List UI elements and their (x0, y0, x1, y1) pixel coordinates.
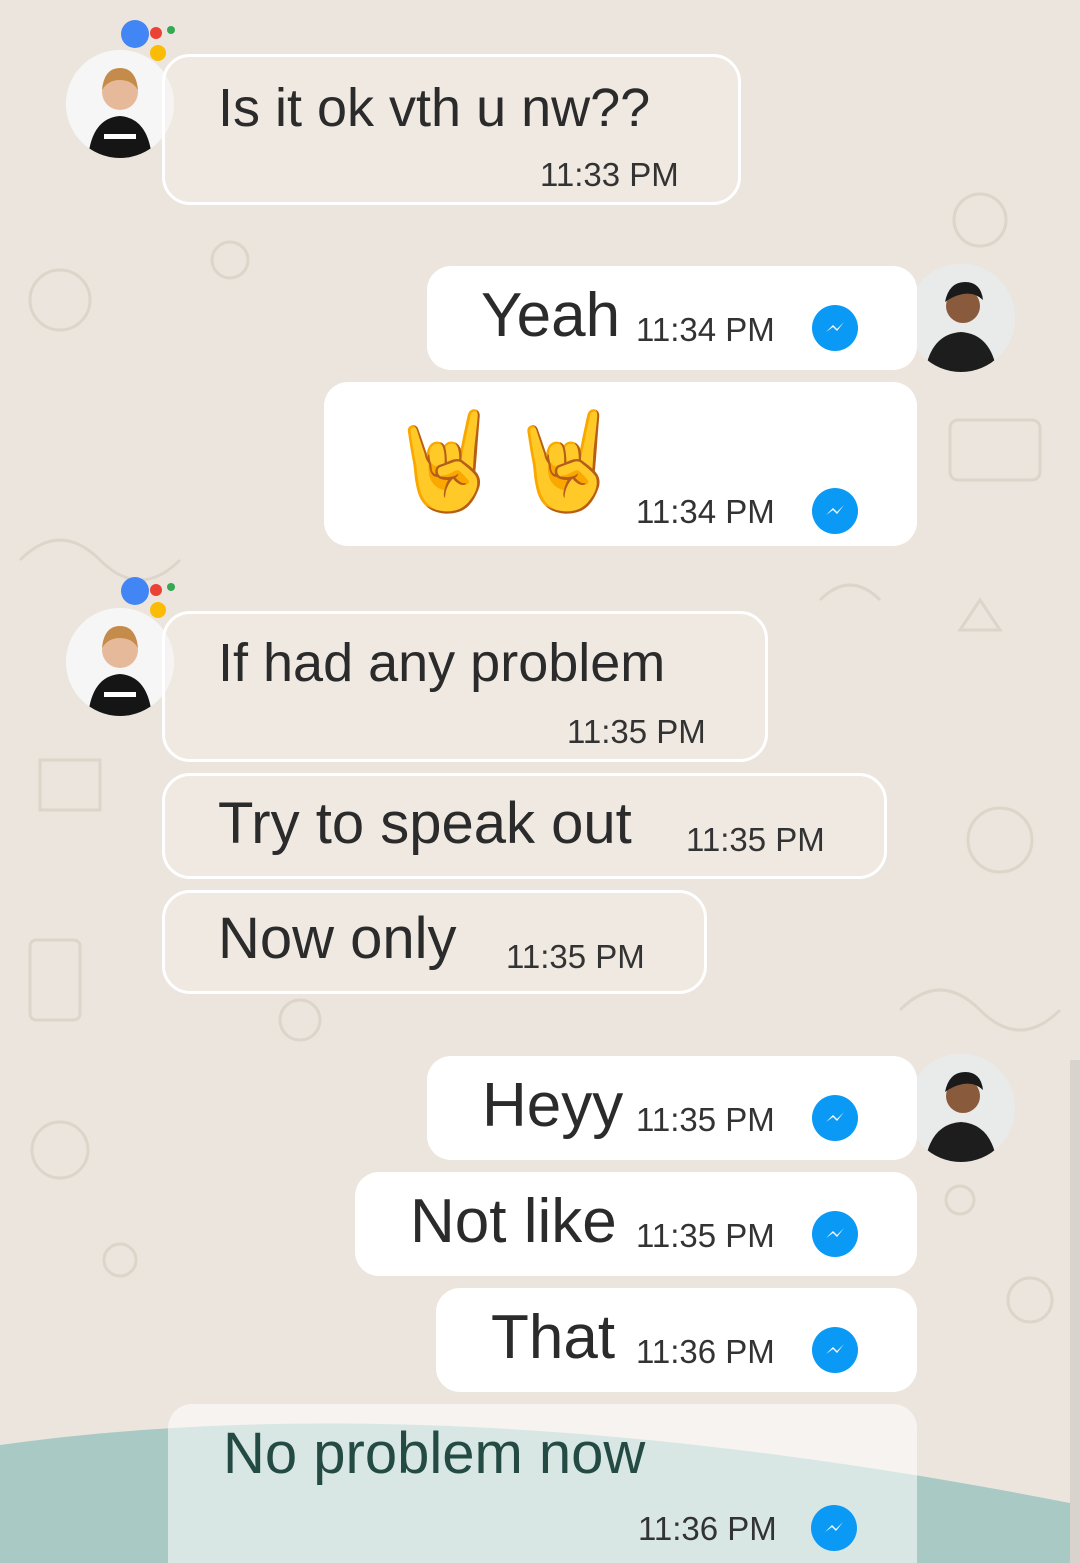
message-text: Now only (218, 906, 457, 971)
message-time: 11:35 PM (506, 938, 645, 975)
message-text: That (491, 1303, 616, 1372)
message-time: 11:34 PM (636, 311, 775, 348)
message-text: Heyy (482, 1071, 624, 1140)
contact-avatar[interactable] (66, 50, 174, 158)
message-text: Is it ok vth u nw?? (218, 78, 651, 138)
message-text: No problem now (223, 1421, 646, 1486)
man-avatar-icon (907, 264, 1015, 372)
user-avatar[interactable] (907, 264, 1015, 372)
message-time: 11:35 PM (567, 713, 706, 750)
message-bubble[interactable]: If had any problem 11:35 PM (162, 611, 768, 762)
message-bubble[interactable]: Yeah 11:34 PM (427, 266, 917, 370)
chat-thread[interactable]: Is it ok vth u nw?? 11:33 PM Yeah 11:34 … (0, 0, 1080, 1563)
message-text: Not like (410, 1187, 617, 1256)
message-time: 11:34 PM (636, 493, 775, 530)
message-bubble[interactable]: 🤘🤘 11:34 PM (324, 382, 917, 546)
message-text: Try to speak out (218, 791, 632, 856)
message-bubble[interactable]: No problem now 11:36 PM (168, 1404, 917, 1563)
message-time: 11:35 PM (686, 821, 825, 858)
emoji-message: 🤘🤘 (386, 408, 626, 515)
messenger-bolt-icon (812, 1095, 858, 1141)
messenger-bolt-icon (811, 1505, 857, 1551)
message-bubble[interactable]: Not like 11:35 PM (355, 1172, 917, 1276)
boy-avatar-icon (66, 50, 174, 158)
message-time: 11:33 PM (540, 156, 679, 193)
message-bubble[interactable]: Heyy 11:35 PM (427, 1056, 917, 1160)
message-time: 11:36 PM (636, 1333, 775, 1370)
user-avatar[interactable] (907, 1054, 1015, 1162)
boy-avatar-icon (66, 608, 174, 716)
messenger-bolt-icon (812, 305, 858, 351)
message-time: 11:36 PM (638, 1510, 777, 1547)
message-bubble[interactable]: Try to speak out 11:35 PM (162, 773, 887, 879)
scrollbar[interactable] (1070, 1060, 1080, 1563)
messenger-bolt-icon (812, 1211, 858, 1257)
messenger-bolt-icon (812, 1327, 858, 1373)
man-avatar-icon (907, 1054, 1015, 1162)
contact-avatar[interactable] (66, 608, 174, 716)
message-bubble[interactable]: That 11:36 PM (436, 1288, 917, 1392)
message-bubble[interactable]: Now only 11:35 PM (162, 890, 707, 994)
message-text: If had any problem (218, 633, 666, 693)
message-time: 11:35 PM (636, 1101, 775, 1138)
message-time: 11:35 PM (636, 1217, 775, 1254)
message-text: Yeah (481, 281, 621, 350)
message-bubble[interactable]: Is it ok vth u nw?? 11:33 PM (162, 54, 741, 205)
messenger-bolt-icon (812, 488, 858, 534)
